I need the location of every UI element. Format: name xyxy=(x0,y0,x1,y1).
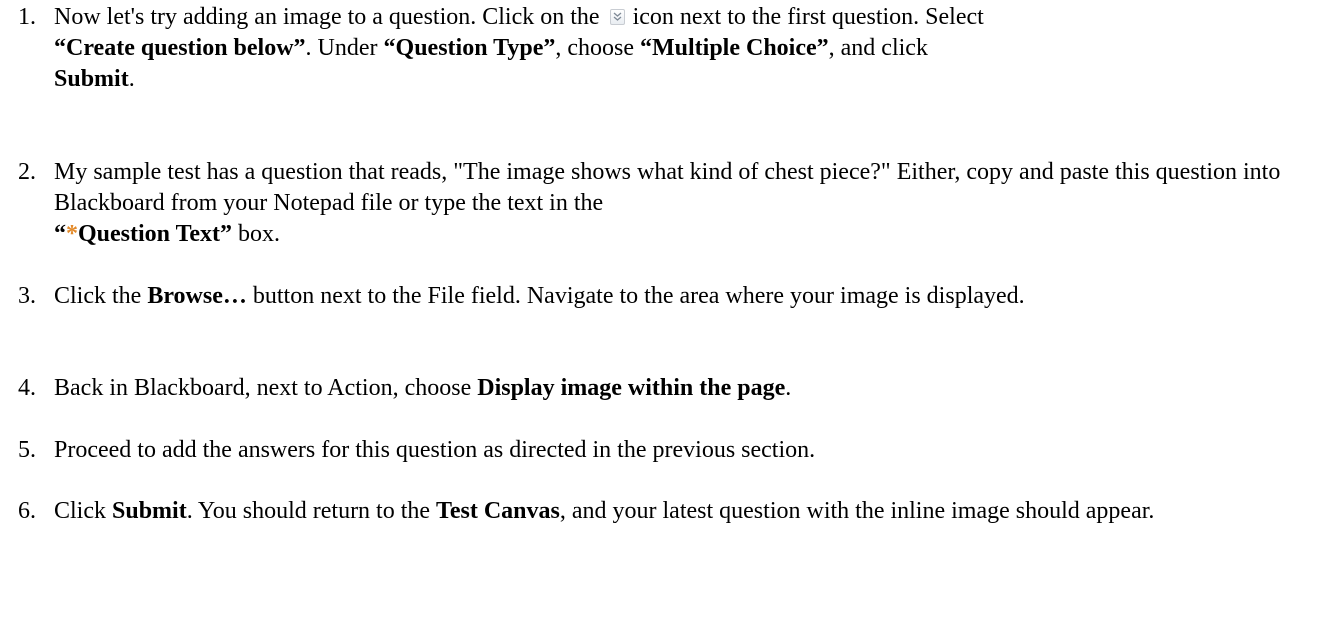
required-asterisk: * xyxy=(66,221,78,247)
step-number: 4. xyxy=(18,375,36,401)
step-text: Proceed to add the answers for this ques… xyxy=(54,437,816,463)
emphasis: Browse… xyxy=(147,283,247,309)
instruction-document: 1. Now let's try adding an image to a qu… xyxy=(0,0,1325,629)
emphasis: Question Text” xyxy=(78,221,233,247)
step-number: 1. xyxy=(18,4,36,30)
emphasis: Submit xyxy=(54,66,129,92)
action-menu-chevron-icon xyxy=(609,9,625,25)
emphasis: Display image within the page xyxy=(477,375,786,401)
emphasis: Test Canvas xyxy=(436,498,560,524)
step-number: 6. xyxy=(18,498,36,524)
step-number: 2. xyxy=(18,159,36,185)
step-text: Back in Blackboard, next to Action, choo… xyxy=(54,375,792,401)
emphasis: “Multiple Choice” xyxy=(640,35,829,61)
step-text: Now let's try adding an image to a quest… xyxy=(54,4,984,92)
step-number: 5. xyxy=(18,437,36,463)
emphasis: “Question Type” xyxy=(383,35,556,61)
step-text: Click Submit. You should return to the T… xyxy=(54,498,1155,524)
step-number: 3. xyxy=(18,283,36,309)
step-text: Click the Browse… button next to the Fil… xyxy=(54,283,1025,309)
step-text: My sample test has a question that reads… xyxy=(54,159,1281,247)
emphasis: “Create question below” xyxy=(54,35,306,61)
emphasis: Submit xyxy=(112,498,187,524)
